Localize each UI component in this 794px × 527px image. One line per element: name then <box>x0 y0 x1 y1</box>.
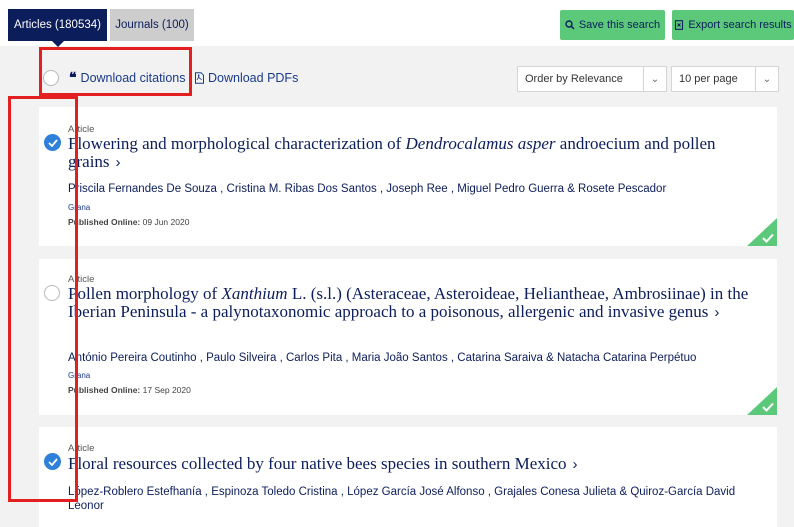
published-label: Published Online: <box>68 385 141 395</box>
save-search-label: Save this search <box>578 19 661 31</box>
article-title-link[interactable]: Flowering and morphological characteriza… <box>68 135 758 172</box>
per-page-select[interactable]: 10 per page ⌄ <box>671 66 779 92</box>
per-page-value: 10 per page <box>679 73 738 85</box>
save-search-button[interactable]: Save this search <box>560 10 665 40</box>
export-results-button[interactable]: Export search results <box>672 10 794 40</box>
result-card: Article Pollen morphology of Xanthium L.… <box>39 259 777 415</box>
order-by-value: Order by Relevance <box>525 73 623 85</box>
chevron-right-icon: › <box>714 304 720 321</box>
order-by-select[interactable]: Order by Relevance ⌄ <box>517 66 667 92</box>
title-text: Floral resources collected by four nativ… <box>68 454 567 473</box>
result-card: Article Floral resources collected by fo… <box>39 427 777 527</box>
chevron-right-icon: › <box>572 456 578 473</box>
result-card: Article Flowering and morphological char… <box>39 107 777 246</box>
published-date-value: 09 Jun 2020 <box>142 217 190 227</box>
title-italic-text: Dendrocalamus asper <box>405 134 556 153</box>
check-icon <box>762 402 774 412</box>
title-text: Flowering and morphological characteriza… <box>68 134 406 153</box>
chevron-down-icon: ⌄ <box>643 67 666 91</box>
highlight-box-download-citations <box>39 47 192 96</box>
tab-articles[interactable]: Articles (180534) <box>8 9 107 47</box>
article-authors: Priscila Fernandes De Souza , Cristina M… <box>68 183 667 195</box>
article-authors: López-Roblero Estefhanía , Espinoza Tole… <box>68 486 736 512</box>
published-date-value: 17 Sep 2020 <box>142 385 191 395</box>
pdf-icon <box>195 72 204 84</box>
article-authors: António Pereira Coutinho , Paulo Silveir… <box>68 352 697 364</box>
published-label: Published Online: <box>68 217 141 227</box>
article-title-link[interactable]: Floral resources collected by four nativ… <box>68 455 758 474</box>
tab-articles-label: Articles (180534) <box>14 19 101 31</box>
tab-journals[interactable]: Journals (100) <box>110 9 194 41</box>
chevron-right-icon: › <box>115 154 121 171</box>
search-icon <box>565 20 575 30</box>
chevron-down-icon: ⌄ <box>755 67 778 91</box>
download-pdfs-link[interactable]: Download PDFs <box>194 71 298 85</box>
download-pdfs-label: Download PDFs <box>208 71 299 85</box>
published-date: Published Online: 09 Jun 2020 <box>68 217 189 227</box>
title-text: Pollen morphology of <box>68 284 222 303</box>
published-date: Published Online: 17 Sep 2020 <box>68 385 191 395</box>
tab-journals-label: Journals (100) <box>115 19 189 31</box>
title-italic-text: Xanthium <box>221 284 288 303</box>
highlight-box-selection-column <box>8 96 78 502</box>
export-results-label: Export search results <box>688 19 792 31</box>
check-icon <box>762 233 774 243</box>
article-title-link[interactable]: Pollen morphology of Xanthium L. (s.l.) … <box>68 285 758 322</box>
results-header: Articles (180534) Journals (100) Save th… <box>0 0 794 47</box>
export-file-icon <box>675 20 684 30</box>
